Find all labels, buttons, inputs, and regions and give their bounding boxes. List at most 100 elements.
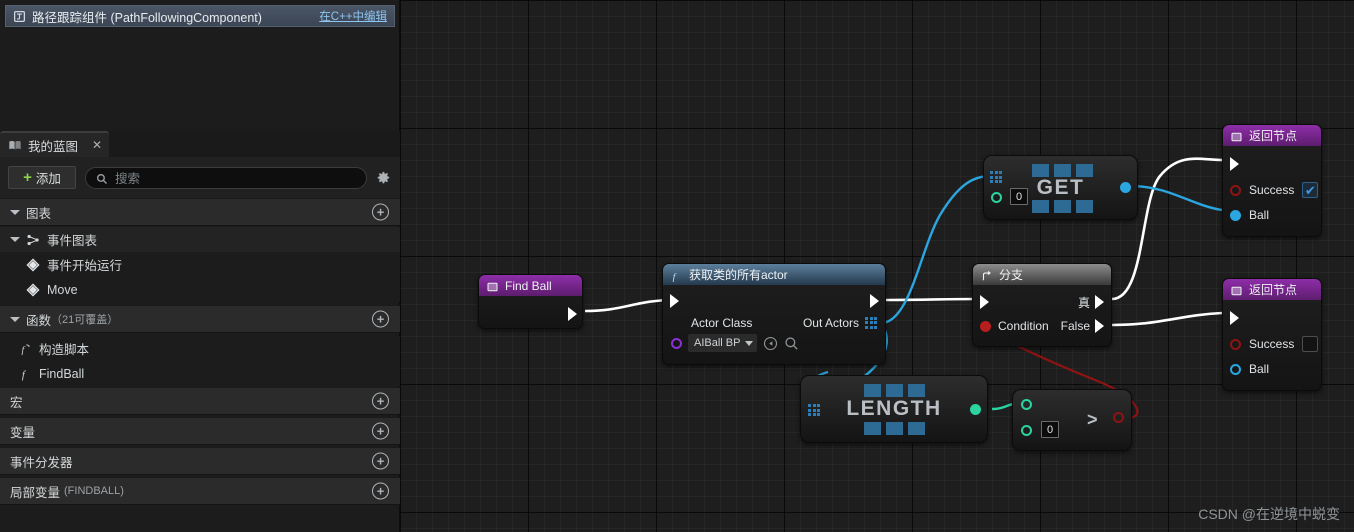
- svg-text:f: f: [21, 345, 25, 356]
- function-icon: f: [19, 367, 32, 381]
- function-entry-icon: [486, 280, 499, 292]
- node-get-array-item[interactable]: GET 0: [983, 155, 1138, 220]
- search-input[interactable]: 搜索: [85, 166, 367, 189]
- node-array-length[interactable]: LENGTH: [800, 375, 988, 443]
- tree-item-label: 构造脚本: [39, 343, 90, 357]
- condition-in-pin[interactable]: [980, 320, 991, 332]
- node-operation-label: LENGTH: [846, 397, 942, 420]
- node-title: 获取类的所有actor: [689, 268, 788, 282]
- add-dispatcher-button[interactable]: +: [372, 452, 389, 470]
- exec-in-pin[interactable]: [1230, 311, 1239, 325]
- decorative-grid: [864, 422, 925, 435]
- int-a-in-pin[interactable]: [1021, 399, 1032, 410]
- add-function-button[interactable]: +: [372, 310, 389, 328]
- section-graphs[interactable]: 图表 +: [0, 198, 400, 226]
- tree-item-label: Move: [47, 282, 78, 297]
- exec-in-pin[interactable]: [670, 294, 679, 308]
- event-graph-icon: [26, 233, 41, 247]
- search-icon: [96, 172, 108, 184]
- tree-item-label: 事件图表: [47, 234, 98, 248]
- chevron-down-icon[interactable]: [10, 209, 20, 215]
- add-variable-button[interactable]: +: [372, 422, 389, 440]
- chevron-down-icon: [745, 340, 754, 346]
- search-placeholder: 搜索: [115, 172, 141, 186]
- node-title: 返回节点: [1249, 283, 1298, 297]
- success-in-pin[interactable]: [1230, 184, 1241, 196]
- chevron-down-icon[interactable]: [10, 237, 20, 242]
- add-button[interactable]: + 添加: [8, 166, 76, 189]
- section-label: 局部变量: [10, 485, 61, 500]
- function-icon: f: [670, 269, 683, 282]
- actor-class-input-pin[interactable]: [671, 337, 682, 349]
- node-return-success[interactable]: 返回节点 Success ✔ Ball: [1222, 124, 1322, 237]
- gear-icon[interactable]: [375, 169, 392, 186]
- ball-label: Ball: [1249, 208, 1270, 222]
- add-local-variable-button[interactable]: +: [372, 482, 389, 500]
- section-label: 宏: [10, 395, 23, 410]
- node-title-bar: Find Ball: [479, 275, 582, 296]
- blueprint-graph-canvas[interactable]: Find Ball f 获取类的所有actor Actor Class Out …: [400, 0, 1354, 532]
- condition-label: Condition: [998, 319, 1049, 333]
- check-icon: ✔: [1304, 182, 1316, 198]
- node-find-ball[interactable]: Find Ball: [478, 274, 583, 329]
- component-label: 路径跟踪组件 (PathFollowingComponent): [32, 10, 262, 25]
- exec-false-out-pin[interactable]: [1095, 319, 1104, 333]
- ball-label: Ball: [1249, 362, 1270, 376]
- exec-in-pin[interactable]: [980, 295, 989, 309]
- tree-item-event-graph[interactable]: 事件图表: [0, 227, 400, 252]
- component-breadcrumb-row[interactable]: 路径跟踪组件 (PathFollowingComponent) 在C++中编辑: [5, 5, 395, 27]
- section-functions[interactable]: 函数 （21可覆盖） +: [0, 305, 400, 333]
- tree-item-label: 事件开始运行: [47, 259, 123, 273]
- section-macros[interactable]: 宏 +: [0, 387, 400, 415]
- node-get-all-actors-of-class[interactable]: f 获取类的所有actor Actor Class Out Actors AIB…: [662, 263, 886, 365]
- decorative-grid: [864, 384, 925, 397]
- success-checkbox[interactable]: [1302, 336, 1319, 352]
- tree-item-findball[interactable]: f FindBall: [0, 361, 400, 386]
- tab-my-blueprint[interactable]: 我的蓝图 ✕: [0, 131, 110, 157]
- exec-out-pin[interactable]: [870, 294, 879, 308]
- ball-in-pin[interactable]: [1230, 209, 1241, 221]
- exec-out-pin[interactable]: [568, 307, 577, 321]
- browse-icon[interactable]: [763, 336, 778, 351]
- success-in-pin[interactable]: [1230, 338, 1241, 350]
- add-graph-button[interactable]: +: [372, 203, 389, 221]
- return-icon: [1230, 130, 1243, 142]
- tree-item-move[interactable]: Move: [0, 277, 400, 302]
- actor-class-dropdown[interactable]: AIBall BP: [688, 334, 758, 352]
- node-title-bar: f 获取类的所有actor: [663, 264, 885, 285]
- section-event-dispatchers[interactable]: 事件分发器 +: [0, 447, 400, 475]
- b-value-field[interactable]: 0: [1041, 421, 1059, 438]
- int-b-in-pin[interactable]: [1021, 425, 1032, 436]
- node-greater-than[interactable]: > 0: [1012, 389, 1132, 451]
- exec-in-pin[interactable]: [1230, 157, 1239, 171]
- wire-object-get-to-ball: [1129, 184, 1223, 212]
- return-icon: [1230, 284, 1243, 296]
- edit-in-cpp-link[interactable]: 在C++中编辑: [319, 8, 387, 24]
- tree-item-event-begin-play[interactable]: 事件开始运行: [0, 252, 400, 277]
- section-suffix: （21可覆盖）: [51, 314, 119, 326]
- close-icon[interactable]: ✕: [92, 139, 102, 151]
- success-label: Success: [1249, 337, 1295, 351]
- tab-label: 我的蓝图: [28, 139, 79, 154]
- section-local-variables[interactable]: 局部变量 (FINDBALL) +: [0, 477, 400, 505]
- section-variables[interactable]: 变量 +: [0, 417, 400, 445]
- array-out-pin[interactable]: [865, 316, 877, 329]
- exec-true-out-pin[interactable]: [1095, 295, 1104, 309]
- svg-text:f: f: [22, 370, 27, 381]
- success-label: Success: [1249, 183, 1295, 197]
- actor-class-label: Actor Class: [691, 315, 753, 330]
- blueprint-icon: [8, 139, 22, 152]
- add-macro-button[interactable]: +: [372, 392, 389, 410]
- node-operation-label: >: [1086, 409, 1099, 430]
- event-diamond-icon: [26, 257, 40, 272]
- node-branch[interactable]: 分支 真 Condition False: [972, 263, 1112, 347]
- section-label: 函数: [26, 313, 52, 328]
- wire-exec-false-to-return-fail: [1111, 311, 1223, 327]
- success-checkbox[interactable]: ✔: [1302, 182, 1319, 198]
- node-return-fail[interactable]: 返回节点 Success Ball: [1222, 278, 1322, 391]
- chevron-down-icon[interactable]: [10, 316, 20, 322]
- tree-item-construction-script[interactable]: f 构造脚本: [0, 336, 400, 361]
- ball-in-pin[interactable]: [1230, 363, 1241, 375]
- search-icon[interactable]: [784, 336, 799, 351]
- bool-out-pin[interactable]: [1113, 412, 1124, 423]
